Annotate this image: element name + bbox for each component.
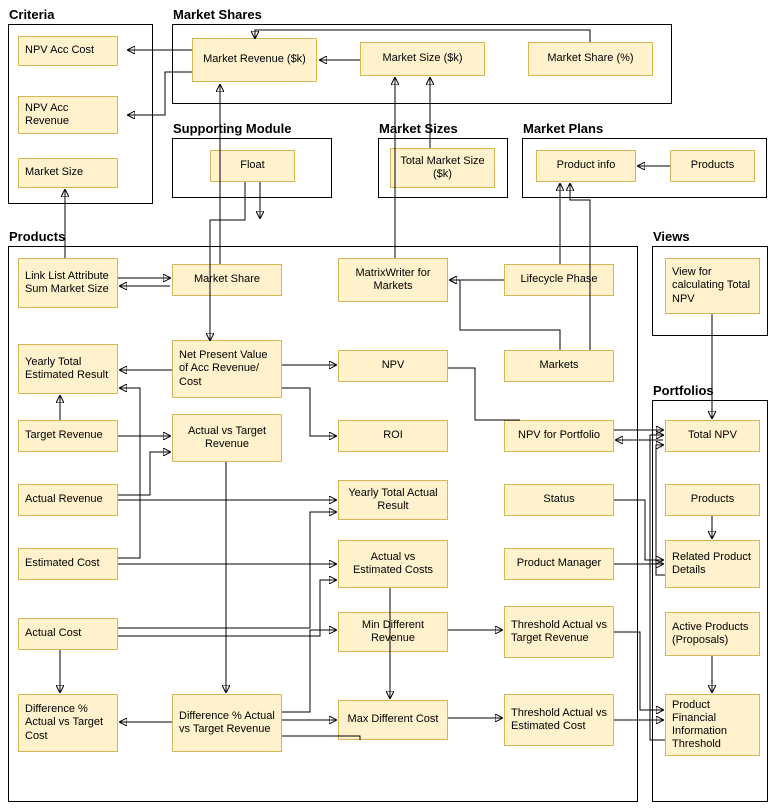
node-market-share-pct: Market Share (%) <box>528 42 653 76</box>
node-pf-threshold: Product Financial Information Threshold <box>665 694 760 756</box>
group-label: Market Shares <box>173 7 262 22</box>
node-view-total-npv: View for calculating Total NPV <box>665 258 760 314</box>
node-npv-acc-cost: NPV Acc Cost <box>18 36 118 66</box>
node-lifecycle-phase: Lifecycle Phase <box>504 264 614 296</box>
group-label: Market Plans <box>523 121 603 136</box>
node-market-share: Market Share <box>172 264 282 296</box>
node-npv: NPV <box>338 350 448 382</box>
group-label: Views <box>653 229 690 244</box>
node-matrix-writer: MatrixWriter for Markets <box>338 258 448 302</box>
node-yearly-total-actual: Yearly Total Actual Result <box>338 480 448 520</box>
node-npv-acc-rev-cost: Net Present Value of Acc Revenue/ Cost <box>172 340 282 398</box>
node-pf-products: Products <box>665 484 760 516</box>
node-link-list-attr-sum: Link List Attribute Sum Market Size <box>18 258 118 308</box>
node-diff-pct-target-cost: Difference % Actual vs Target Cost <box>18 694 118 752</box>
node-min-diff-revenue: Min Different Revenue <box>338 612 448 652</box>
node-actual-cost: Actual Cost <box>18 618 118 650</box>
node-threshold-est-cost: Threshold Actual vs Estimated Cost <box>504 694 614 746</box>
node-threshold-target-rev: Threshold Actual vs Target Revenue <box>504 606 614 658</box>
node-actual-vs-target-rev: Actual vs Target Revenue <box>172 414 282 462</box>
node-market-size-k: Market Size ($k) <box>360 42 485 76</box>
node-actual-vs-est-costs: Actual vs Estimated Costs <box>338 540 448 588</box>
node-actual-revenue: Actual Revenue <box>18 484 118 516</box>
node-market-revenue-k: Market Revenue ($k) <box>192 38 317 82</box>
group-label: Market Sizes <box>379 121 458 136</box>
node-mp-products: Products <box>670 150 755 182</box>
node-markets: Markets <box>504 350 614 382</box>
node-active-products: Active Products (Proposals) <box>665 612 760 656</box>
group-label: Criteria <box>9 7 55 22</box>
node-target-revenue: Target Revenue <box>18 420 118 452</box>
node-product-info: Product info <box>536 150 636 182</box>
node-total-market-size-k: Total Market Size ($k) <box>390 148 495 188</box>
node-status: Status <box>504 484 614 516</box>
node-npv-portfolio: NPV for Portfolio <box>504 420 614 452</box>
node-related-details: Related Product Details <box>665 540 760 588</box>
diagram-canvas: Criteria Market Shares Supporting Module… <box>0 0 777 809</box>
group-label: Portfolios <box>653 383 714 398</box>
node-product-manager: Product Manager <box>504 548 614 580</box>
node-max-diff-cost: Max Different Cost <box>338 700 448 740</box>
group-label: Supporting Module <box>173 121 291 136</box>
node-float: Float <box>210 150 295 182</box>
node-yearly-total-est: Yearly Total Estimated Result <box>18 344 118 394</box>
node-total-npv: Total NPV <box>665 420 760 452</box>
node-roi: ROI <box>338 420 448 452</box>
node-estimated-cost: Estimated Cost <box>18 548 118 580</box>
node-diff-pct-target-rev: Difference % Actual vs Target Revenue <box>172 694 282 752</box>
node-npv-acc-revenue: NPV Acc Revenue <box>18 96 118 134</box>
node-criteria-market-size: Market Size <box>18 158 118 188</box>
group-label: Products <box>9 229 65 244</box>
